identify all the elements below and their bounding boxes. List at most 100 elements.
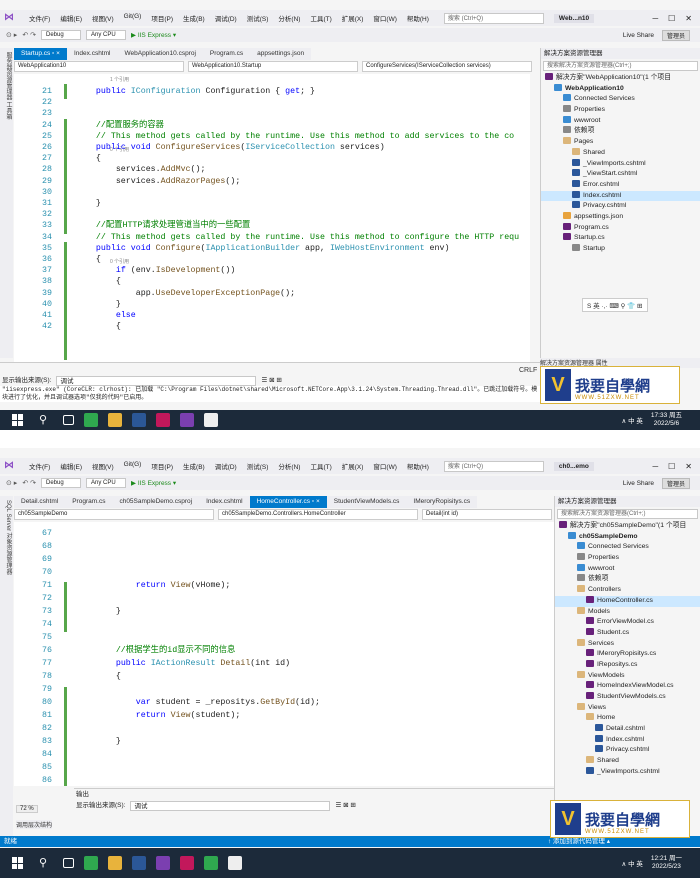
document-tab[interactable]: ch05SampleDemo.csproj xyxy=(112,496,199,508)
solution-node[interactable]: ErrorViewModel.cs xyxy=(555,617,700,628)
solution-search-input[interactable]: 搜索解决方案资源管理器(Ctrl+;) xyxy=(543,61,698,71)
solution-node[interactable]: ch05SampleDemo xyxy=(555,531,700,543)
line-ending-indicator[interactable]: CRLF xyxy=(515,366,541,375)
solution-node[interactable]: Index.cshtml xyxy=(541,190,700,202)
back-icon[interactable]: ⊙ ▸ xyxy=(6,31,17,39)
member-dropdown[interactable]: Detail(int id) xyxy=(422,509,552,520)
search-icon[interactable]: ⚲ xyxy=(39,856,53,870)
class-dropdown[interactable]: WebApplication10.Startup xyxy=(188,61,358,72)
code-editor[interactable]: 67 68 69 70 71 return View(vHome); 72 73 } 74 75… xyxy=(14,522,554,786)
visual-studio-icon[interactable] xyxy=(180,413,194,427)
solution-node[interactable]: Index.cshtml xyxy=(555,734,700,746)
menu-item[interactable]: Git(G) xyxy=(119,461,147,471)
call-hierarchy-tab[interactable]: 调用层次结构 xyxy=(16,820,53,829)
menu-item[interactable]: 分析(N) xyxy=(273,461,305,471)
solution-node[interactable]: _ViewImports.cshtml xyxy=(555,766,700,778)
paint-icon[interactable] xyxy=(156,413,170,427)
explorer-icon[interactable] xyxy=(108,413,122,427)
paint-icon[interactable] xyxy=(180,856,194,870)
member-dropdown[interactable]: ConfigureServices(IServiceCollection ser… xyxy=(362,61,532,72)
menu-item[interactable]: 帮助(H) xyxy=(402,461,434,471)
document-tab[interactable]: Index.cshtml xyxy=(199,496,250,508)
document-tab[interactable]: Program.cs xyxy=(203,48,250,60)
menu-item[interactable]: Git(G) xyxy=(119,13,147,23)
windows-start-icon[interactable] xyxy=(12,857,24,869)
system-tray[interactable]: ∧ 中 英 xyxy=(622,858,643,868)
search-input[interactable]: 搜索 (Ctrl+Q) xyxy=(443,12,544,24)
document-tab[interactable]: StudentViewModels.cs xyxy=(327,496,407,508)
class-dropdown[interactable]: ch05SampleDemo.Controllers.HomeControlle… xyxy=(218,509,418,520)
document-tab[interactable]: HomeController.cs ▫ × xyxy=(249,496,327,508)
live-share-button[interactable]: Live Share xyxy=(623,480,654,487)
solution-node[interactable]: Properties xyxy=(541,105,700,116)
solution-node[interactable]: Connected Services xyxy=(541,94,700,105)
back-icon[interactable]: ⊙ ▸ xyxy=(6,479,17,487)
menu-item[interactable]: 窗口(W) xyxy=(368,13,401,23)
menu-item[interactable]: 调试(D) xyxy=(210,461,242,471)
ime-toolbar[interactable]: S 英 ·,· ⌨ ⚲ 👕 ⊞ xyxy=(582,298,648,312)
menu-item[interactable]: 测试(S) xyxy=(242,13,274,23)
menu-item[interactable]: 分析(N) xyxy=(273,13,305,23)
left-tool-strip[interactable]: SQL Server 对象资源管理器 xyxy=(0,496,13,836)
document-tab[interactable]: Index.cshtml xyxy=(67,48,118,60)
zoom-level[interactable]: 72 % xyxy=(16,805,38,813)
solution-node[interactable]: Privacy.cshtml xyxy=(555,745,700,756)
solution-node[interactable]: 解决方案"ch05SampleDemo"(1 个项目 xyxy=(555,521,700,532)
solution-node[interactable]: _ViewStart.cshtml xyxy=(541,169,700,180)
run-button[interactable]: ▶ IIS Express ▾ xyxy=(131,479,176,487)
document-tab[interactable]: WebApplication10.csproj xyxy=(117,48,202,60)
task-view-icon[interactable] xyxy=(63,858,74,868)
menu-item[interactable]: 扩展(X) xyxy=(337,13,369,23)
clock[interactable]: 17:33 周五 2022/5/6 xyxy=(651,412,682,428)
minimize-icon[interactable]: ─ xyxy=(652,462,658,471)
menu-item[interactable]: 生成(B) xyxy=(178,461,210,471)
live-share-button[interactable]: Live Share xyxy=(623,32,654,39)
capture-icon[interactable] xyxy=(228,856,242,870)
word-icon[interactable] xyxy=(132,856,146,870)
menu-item[interactable]: 文件(F) xyxy=(24,461,55,471)
menu-item[interactable]: 工具(T) xyxy=(305,13,336,23)
solution-node[interactable]: StudentViewModels.cs xyxy=(555,692,700,703)
menu-item[interactable]: 项目(P) xyxy=(146,13,178,23)
undo-icon[interactable]: ↶ ↷ xyxy=(22,479,36,487)
maximize-icon[interactable]: ☐ xyxy=(668,462,675,471)
close-icon[interactable]: ✕ xyxy=(685,462,692,471)
code-editor[interactable]: 1 个引用 0 个引用 0 个引用 21 public IConfigurati… xyxy=(14,74,530,362)
solution-node[interactable]: Error.cshtml xyxy=(541,179,700,191)
document-tab[interactable]: Program.cs xyxy=(65,496,112,508)
solution-node[interactable]: Pages xyxy=(541,137,700,148)
solution-node[interactable]: 解决方案"WebApplication10"(1 个项目 xyxy=(541,73,700,84)
menu-item[interactable]: 生成(B) xyxy=(178,13,210,23)
menu-item[interactable]: 视图(V) xyxy=(87,13,119,23)
config-dropdown[interactable]: Debug xyxy=(41,478,82,488)
solution-node[interactable]: Student.cs xyxy=(555,627,700,639)
browser-icon[interactable] xyxy=(84,856,98,870)
camtasia-icon[interactable] xyxy=(204,856,218,870)
document-tab[interactable]: IMeroryRopisitys.cs xyxy=(406,496,477,508)
visual-studio-icon[interactable] xyxy=(156,856,170,870)
menu-item[interactable]: 工具(T) xyxy=(305,461,336,471)
solution-node[interactable]: wwwroot xyxy=(541,115,700,127)
capture-icon[interactable] xyxy=(204,413,218,427)
task-view-icon[interactable] xyxy=(63,415,74,425)
document-tab[interactable]: Startup.cs ▫ × xyxy=(14,48,67,60)
solution-node[interactable]: IMeroryRopisitys.cs xyxy=(555,649,700,660)
solution-node[interactable]: Models xyxy=(555,606,700,618)
clock[interactable]: 12:21 周一 2022/5/23 xyxy=(651,855,682,871)
solution-node[interactable]: Shared xyxy=(555,756,700,767)
platform-dropdown[interactable]: Any CPU xyxy=(86,478,127,488)
close-icon[interactable]: ✕ xyxy=(685,14,692,23)
solution-node[interactable]: HomeIndexViewModel.cs xyxy=(555,681,700,692)
menu-item[interactable]: 调试(D) xyxy=(210,13,242,23)
maximize-icon[interactable]: ☐ xyxy=(668,14,675,23)
platform-dropdown[interactable]: Any CPU xyxy=(86,30,127,40)
solution-node[interactable]: Startup.cs xyxy=(541,233,700,244)
explorer-icon[interactable] xyxy=(108,856,122,870)
solution-node[interactable]: appsettings.json xyxy=(541,211,700,223)
menu-item[interactable]: 编辑(E) xyxy=(55,13,87,23)
solution-node[interactable]: Controllers xyxy=(555,585,700,596)
left-tool-strip[interactable]: 服务器资源管理器 工具箱 xyxy=(0,48,13,358)
document-tab[interactable]: appsettings.json xyxy=(250,48,311,60)
codelens-refs[interactable]: 1 个引用 xyxy=(110,76,129,83)
solution-node[interactable]: _ViewImports.cshtml xyxy=(541,158,700,170)
